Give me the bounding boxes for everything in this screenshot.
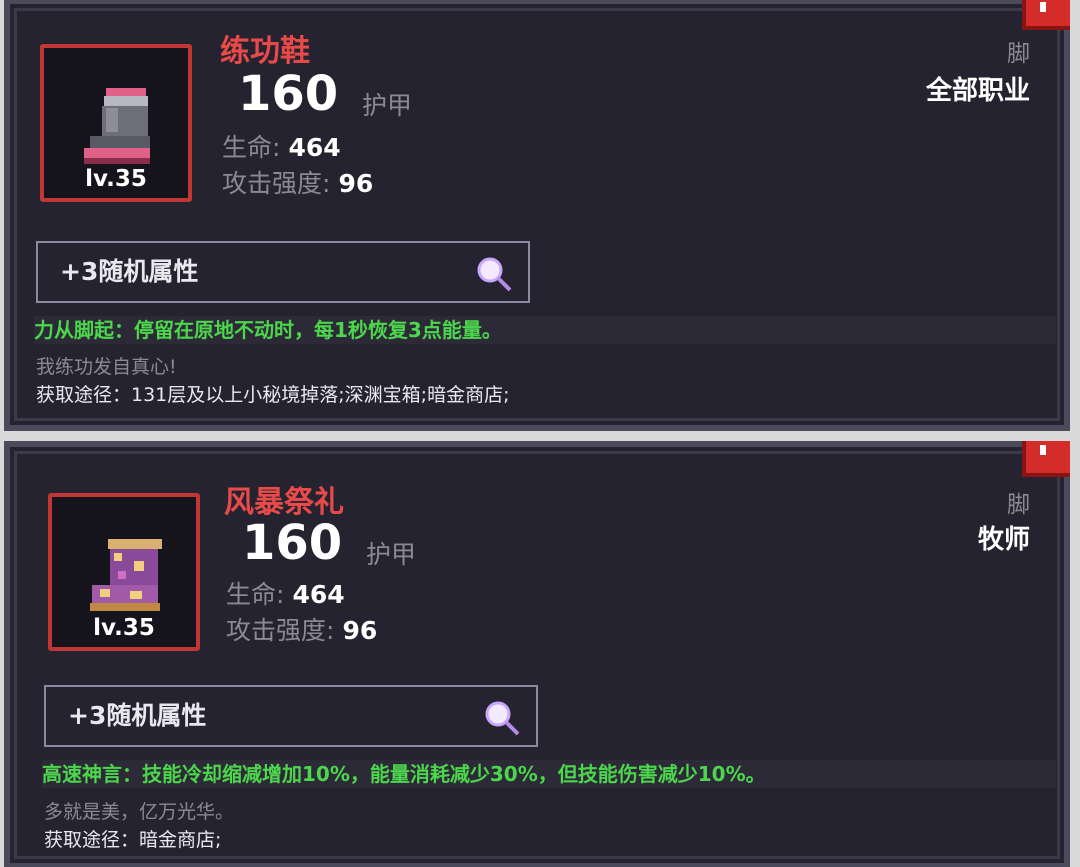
magnifier-icon[interactable]	[474, 254, 514, 294]
slot-label: 脚	[1007, 492, 1030, 518]
item-icon-frame[interactable]: lv.35	[40, 44, 192, 202]
item-level: lv.35	[93, 615, 155, 641]
random-attr-label: +3随机属性	[68, 701, 207, 730]
stat-health: 生命: 464	[222, 128, 341, 164]
random-attr-label: +3随机属性	[60, 257, 199, 286]
stat-health: 生命: 464	[226, 575, 345, 611]
flavor-text: 我练功发自真心!	[36, 356, 177, 378]
special-effect: 力从脚起：停留在原地不动时，每1秒恢复3点能量。	[34, 316, 1056, 344]
item-level: lv.35	[85, 166, 147, 192]
item-card-2: lv.35 风暴祭礼 160 护甲 生命: 464 攻击强度: 96 脚 牧师 +3…	[4, 441, 1070, 867]
stat-value: 96	[338, 169, 374, 198]
stat-attack: 攻击强度: 96	[222, 164, 373, 200]
close-tab-icon[interactable]	[1022, 441, 1070, 477]
special-effect: 高速神言：技能冷却缩减增加10%，能量消耗减少30%，但技能伤害减少10%。	[42, 760, 1056, 788]
source-text: 获取途径：暗金商店;	[44, 829, 222, 851]
armor-value: 160	[238, 66, 339, 122]
armor-label: 护甲	[366, 540, 417, 569]
stat-value: 464	[292, 580, 345, 609]
flavor-text: 多就是美，亿万光华。	[44, 801, 235, 823]
close-tab-icon[interactable]	[1022, 0, 1070, 30]
source-text: 获取途径：131层及以上小秘境掉落;深渊宝箱;暗金商店;	[36, 384, 510, 406]
stat-label: 生命:	[222, 133, 281, 162]
magnifier-icon[interactable]	[482, 698, 522, 738]
item-card-1: lv.35 练功鞋 160 护甲 生命: 464 攻击强度: 96 脚 全部职业 +…	[4, 0, 1070, 431]
stat-value: 96	[342, 616, 378, 645]
class-label: 牧师	[977, 525, 1030, 555]
item-name: 练功鞋	[220, 34, 310, 69]
stat-attack: 攻击强度: 96	[226, 611, 377, 647]
class-label: 全部职业	[925, 76, 1030, 106]
item-icon-frame[interactable]: lv.35	[48, 493, 200, 651]
slot-label: 脚	[1007, 41, 1030, 67]
stat-label: 生命:	[226, 580, 285, 609]
stat-value: 464	[288, 133, 341, 162]
random-attr-bar[interactable]: +3随机属性	[44, 685, 538, 747]
random-attr-bar[interactable]: +3随机属性	[36, 241, 530, 303]
stat-label: 攻击强度:	[226, 616, 335, 645]
armor-label: 护甲	[362, 91, 413, 120]
armor-value: 160	[242, 515, 343, 571]
stat-label: 攻击强度:	[222, 169, 331, 198]
